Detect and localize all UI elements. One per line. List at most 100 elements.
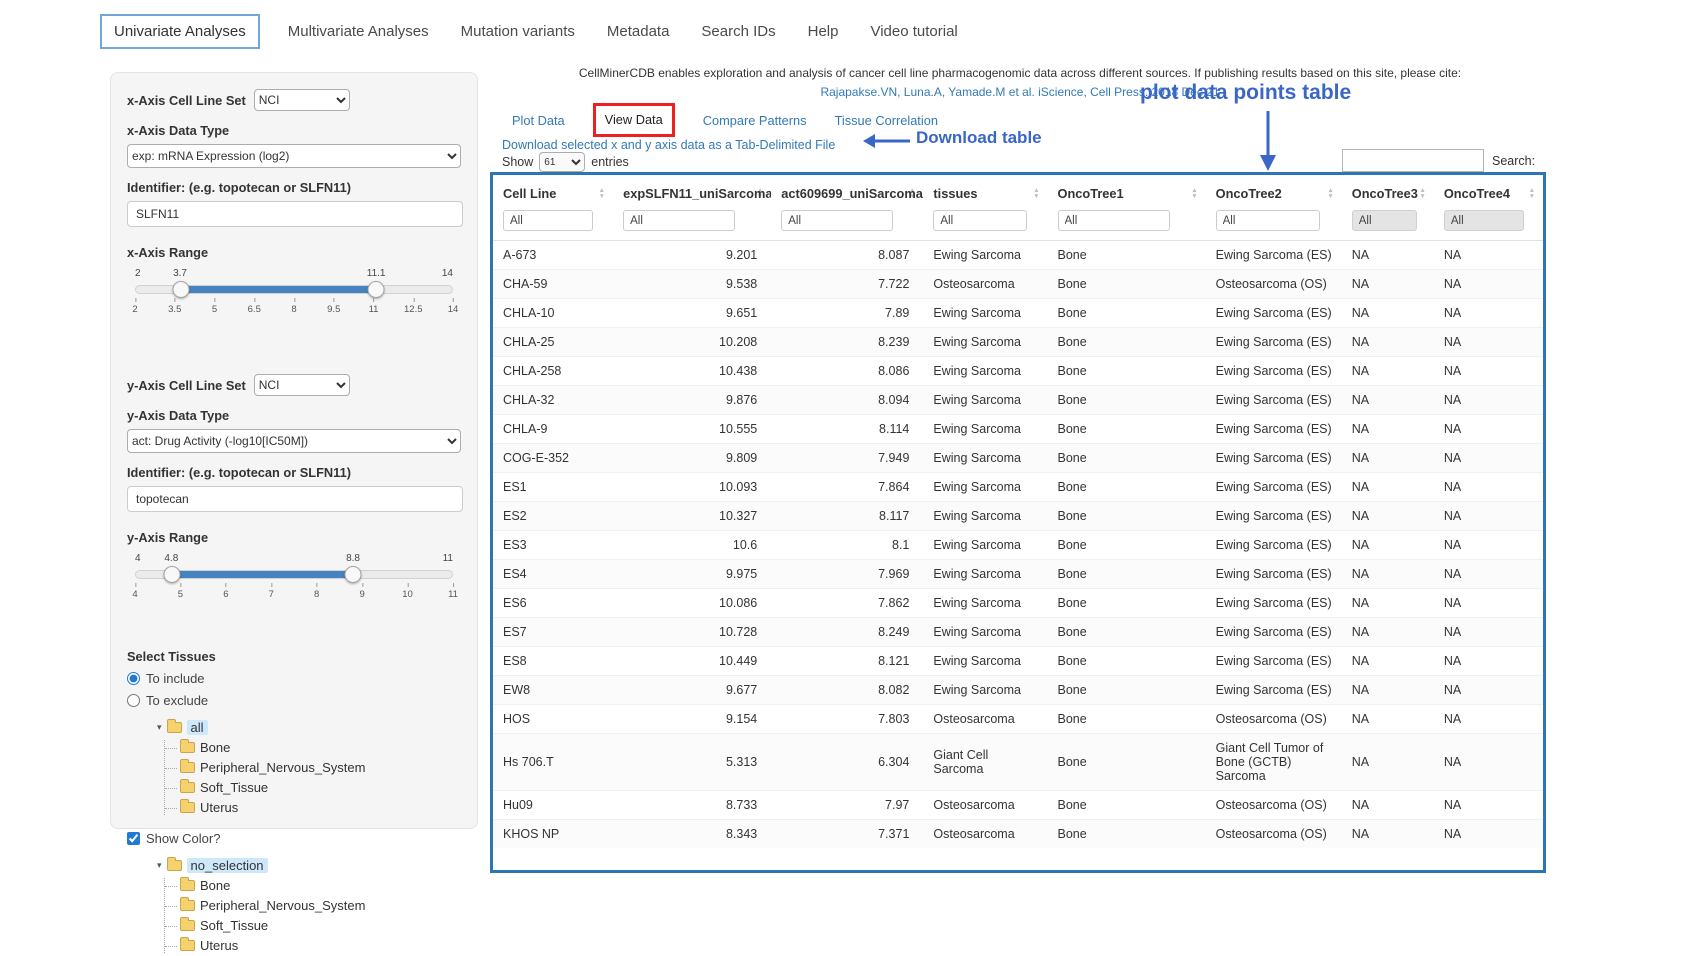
x-identifier-input[interactable] (127, 201, 463, 227)
slider-handle-low[interactable] (164, 566, 181, 583)
tree-root-node[interactable]: ▾ all (157, 720, 461, 735)
table-cell: Bone (1048, 618, 1206, 647)
nav-tab-search-ids[interactable]: Search IDs (697, 15, 779, 48)
table-cell: 9.876 (613, 386, 771, 415)
column-header-oncotree1[interactable]: ▲▼ OncoTree1 (1048, 175, 1206, 208)
search-input[interactable] (1342, 149, 1484, 172)
data-tab-plot-data[interactable]: Plot Data (512, 113, 565, 128)
tree-node-peripheral_nervous_system[interactable]: Peripheral_Nervous_System (165, 898, 461, 913)
y-data-type-select[interactable]: act: Drug Activity (-log10[IC50M]) (127, 429, 461, 453)
filter-cell (771, 208, 923, 241)
slider-tick: 14 (448, 304, 459, 315)
column-filter-input[interactable] (781, 210, 893, 231)
column-header-label: tissues (933, 186, 977, 201)
column-header-expslfn11_unisarcoma[interactable]: ▲▼expSLFN11_uniSarcoma (613, 175, 771, 208)
column-header-tissues[interactable]: ▲▼ tissues (923, 175, 1047, 208)
tree-node-soft_tissue[interactable]: Soft_Tissue (165, 780, 461, 795)
table-cell: Ewing Sarcoma (923, 618, 1047, 647)
tree-root-label[interactable]: no_selection (187, 858, 268, 873)
sort-icon[interactable]: ▲▼ (1529, 188, 1535, 199)
tree-node-soft_tissue[interactable]: Soft_Tissue (165, 918, 461, 933)
download-tsv-link[interactable]: Download selected x and y axis data as a… (502, 138, 835, 152)
tree-node-uterus[interactable]: Uterus (165, 938, 461, 953)
column-filter-input[interactable] (623, 210, 735, 231)
x-cell-line-set-select[interactable]: NCI (254, 89, 350, 111)
y-range-slider[interactable]: 44.88.8114567891011 (135, 553, 453, 613)
table-cell: 10.555 (613, 415, 771, 444)
citation-reference-link[interactable]: Rajapakse.VN, Luna.A, Yamade.M et al. iS… (496, 85, 1544, 99)
table-cell: 9.154 (613, 705, 771, 734)
exclude-radio-input[interactable] (127, 694, 140, 707)
entries-select[interactable]: 61 (539, 152, 585, 172)
nav-tab-help[interactable]: Help (804, 15, 843, 48)
tree-expander-icon[interactable]: ▾ (157, 722, 162, 733)
column-header-oncotree4[interactable]: ▲▼OncoTree4 (1434, 175, 1543, 208)
show-color-checkbox-row[interactable]: Show Color? (127, 831, 461, 846)
x-range-slider[interactable]: 23.711.11423.556.589.51112.514 (135, 268, 453, 328)
table-cell: Ewing Sarcoma (923, 386, 1047, 415)
slider-min-label: 4 (135, 553, 141, 564)
slider-max-label: 11 (443, 553, 453, 564)
slider-range-fill (172, 571, 353, 578)
slider-handle-high[interactable] (344, 566, 361, 583)
filter-cell (1048, 208, 1206, 241)
table-cell: Ewing Sarcoma (923, 589, 1047, 618)
y-cell-line-set-select[interactable]: NCI (254, 374, 350, 396)
slider-handle-low[interactable] (172, 281, 189, 298)
tree-node-label: Peripheral_Nervous_System (200, 760, 365, 775)
column-header-oncotree3[interactable]: ▲▼OncoTree3 (1342, 175, 1434, 208)
slider-handle-high[interactable] (367, 281, 384, 298)
column-header-oncotree2[interactable]: ▲▼OncoTree2 (1206, 175, 1342, 208)
table-row: COG-E-3529.8097.949Ewing SarcomaBoneEwin… (493, 444, 1543, 473)
sort-icon[interactable]: ▲▼ (1033, 188, 1039, 199)
sort-icon[interactable]: ▲▼ (599, 188, 605, 199)
nav-tab-univariate-analyses[interactable]: Univariate Analyses (100, 14, 260, 49)
column-filter-input[interactable] (1216, 210, 1320, 231)
column-filter-input[interactable] (503, 210, 593, 231)
show-color-checkbox[interactable] (127, 832, 140, 845)
include-radio-input[interactable] (127, 672, 140, 685)
column-filter-input[interactable] (1444, 210, 1524, 231)
nav-tab-mutation-variants[interactable]: Mutation variants (457, 15, 579, 48)
tissues-include-radio[interactable]: To include (127, 671, 461, 686)
tree-root-node[interactable]: ▾ no_selection (157, 858, 461, 873)
table-cell: NA (1342, 299, 1434, 328)
nav-tab-metadata[interactable]: Metadata (603, 15, 674, 48)
slider-tick: 9 (359, 589, 364, 600)
sort-icon[interactable]: ▲▼ (1191, 188, 1197, 199)
table-cell: Ewing Sarcoma (ES) (1206, 647, 1342, 676)
data-tab-view-data[interactable]: View Data (605, 112, 663, 127)
table-cell: COG-E-352 (493, 444, 613, 473)
column-filter-input[interactable] (933, 210, 1026, 231)
nav-tab-video-tutorial[interactable]: Video tutorial (866, 15, 961, 48)
table-cell: 7.949 (771, 444, 923, 473)
data-tab-compare-patterns[interactable]: Compare Patterns (703, 113, 807, 128)
slider-track[interactable] (135, 570, 453, 579)
sort-icon[interactable]: ▲▼ (1419, 188, 1425, 199)
x-identifier-label: Identifier: (e.g. topotecan or SLFN11) (127, 180, 461, 195)
nav-tab-multivariate-analyses[interactable]: Multivariate Analyses (284, 15, 433, 48)
x-data-type-select[interactable]: exp: mRNA Expression (log2) (127, 144, 461, 168)
tree-node-bone[interactable]: Bone (165, 878, 461, 893)
column-header-label: OncoTree1 (1058, 186, 1124, 201)
tree-expander-icon[interactable]: ▾ (157, 860, 162, 871)
table-row: ES310.68.1Ewing SarcomaBoneEwing Sarcoma… (493, 531, 1543, 560)
sort-icon[interactable]: ▲▼ (1327, 188, 1333, 199)
tree-node-bone[interactable]: Bone (165, 740, 461, 755)
table-cell: Ewing Sarcoma (ES) (1206, 328, 1342, 357)
data-tab-tissue-correlation[interactable]: Tissue Correlation (835, 113, 938, 128)
slider-track[interactable] (135, 285, 453, 294)
y-identifier-input[interactable] (127, 486, 463, 512)
column-header-cell-line[interactable]: ▲▼Cell Line (493, 175, 613, 208)
column-header-act609699_unisarcoma[interactable]: ▲▼act609699_uniSarcoma (771, 175, 923, 208)
tree-node-peripheral_nervous_system[interactable]: Peripheral_Nervous_System (165, 760, 461, 775)
tissues-exclude-radio[interactable]: To exclude (127, 693, 461, 708)
table-cell: Bone (1048, 791, 1206, 820)
column-filter-input[interactable] (1352, 210, 1417, 231)
controls-sidebar: x-Axis Cell Line Set NCI x-Axis Data Typ… (110, 72, 478, 829)
table-cell: Bone (1048, 357, 1206, 386)
column-filter-input[interactable] (1058, 210, 1170, 231)
table-cell: Ewing Sarcoma (ES) (1206, 241, 1342, 270)
tree-node-uterus[interactable]: Uterus (165, 800, 461, 815)
tree-root-label[interactable]: all (187, 720, 208, 735)
